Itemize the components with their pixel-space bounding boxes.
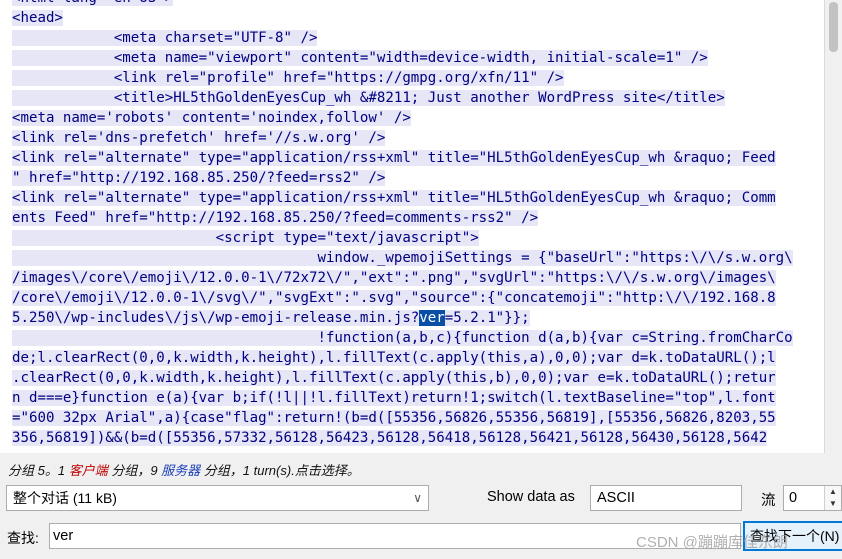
stream-line-text: <link rel="alternate" type="application/… <box>12 150 776 166</box>
stream-line: .clearRect(0,0,k.width,k.height),l.fillT… <box>12 368 793 388</box>
stream-line: 356,56819])&&(b=d([55356,57332,56128,564… <box>12 428 793 448</box>
stream-line: n d===e}function e(a){var b;if(!l||!l.fi… <box>12 388 793 408</box>
format-value: ASCII <box>597 490 635 506</box>
vertical-scrollbar[interactable] <box>825 0 842 453</box>
stream-text: <html lang="en-US"> <head> <meta charset=… <box>12 0 793 448</box>
stream-line-text: <html lang="en-US"> <box>12 0 174 6</box>
stream-line: <link rel="alternate" type="application/… <box>12 188 793 208</box>
stream-line-text: <script type="text/javascript"> <box>12 230 479 246</box>
chevron-down-icon: ∨ <box>413 491 422 505</box>
stream-line-text: ="600 32px Arial",a){case"flag":return!(… <box>12 410 776 426</box>
show-data-label: Show data as <box>487 489 575 505</box>
stream-line-text: /core\/emoji\/12.0.0-1\/svg\/","svgExt":… <box>12 290 776 306</box>
stream-line: <link rel="alternate" type="application/… <box>12 148 793 168</box>
stream-line: <html lang="en-US"> <box>12 0 793 8</box>
stream-line-text: window._wpemojiSettings = {"baseUrl":"ht… <box>12 250 793 266</box>
stream-line: <meta charset="UTF-8" /> <box>12 28 793 48</box>
stream-line: de;l.clearRect(0,0,k.width,k.height),l.f… <box>12 348 793 368</box>
stream-line-text: ents Feed" href="http://192.168.85.250/?… <box>12 210 539 226</box>
format-select[interactable]: ASCII <box>590 485 742 511</box>
status-suffix: 分组，1 turn(s).点击选择。 <box>200 463 360 478</box>
stream-line-text: n d===e}function e(a){var b;if(!l||!l.fi… <box>12 390 776 406</box>
stream-line: window._wpemojiSettings = {"baseUrl":"ht… <box>12 248 793 268</box>
stream-line-text: =5.2.1"}}; <box>444 310 530 326</box>
stream-line-text: 356,56819])&&(b=d([55356,57332,56128,564… <box>12 430 768 446</box>
stream-line: <script type="text/javascript"> <box>12 228 793 248</box>
stream-number-label: 流 <box>761 493 776 509</box>
stream-line: <meta name='robots' content='noindex,fol… <box>12 108 793 128</box>
stream-line: <title>HL5thGoldenEyesCup_wh &#8211; Jus… <box>12 88 793 108</box>
spin-up-icon[interactable]: ▲ <box>825 486 841 498</box>
search-match-highlight: ver <box>419 310 445 326</box>
stream-line-text: <meta charset="UTF-8" /> <box>12 30 318 46</box>
stream-line-text: <head> <box>12 10 63 26</box>
stream-number-value: 0 <box>789 490 798 506</box>
spin-down-icon[interactable]: ▼ <box>825 498 841 510</box>
status-middle: 分组，9 <box>107 463 162 478</box>
stream-line-text: 5.250\/wp-includes\/js\/wp-emoji-release… <box>12 310 420 326</box>
stream-line: <meta name="viewport" content="width=dev… <box>12 48 793 68</box>
spin-buttons[interactable]: ▲ ▼ <box>824 486 841 510</box>
scrollbar-thumb[interactable] <box>829 2 838 52</box>
stream-line: <link rel='dns-prefetch' href='//s.w.org… <box>12 128 793 148</box>
stream-line-text: <link rel="profile" href="https://gmpg.o… <box>12 70 564 86</box>
stream-line: ="600 32px Arial",a){case"flag":return!(… <box>12 408 793 428</box>
stream-line-text: " href="http://192.168.85.250/?feed=rss2… <box>12 170 386 186</box>
stream-line: 5.250\/wp-includes\/js\/wp-emoji-release… <box>12 308 793 328</box>
stream-line-text: <link rel="alternate" type="application/… <box>12 190 776 206</box>
stream-line: <link rel="profile" href="https://gmpg.o… <box>12 68 793 88</box>
stream-line-text: .clearRect(0,0,k.width,k.height),l.fillT… <box>12 370 776 386</box>
stream-line-text: <meta name='robots' content='noindex,fol… <box>12 110 411 126</box>
stream-line: ents Feed" href="http://192.168.85.250/?… <box>12 208 793 228</box>
conversation-value: 整个对话 (11 kB) <box>13 490 117 506</box>
stream-line-text: <meta name="viewport" content="width=dev… <box>12 50 708 66</box>
stream-line: <head> <box>12 8 793 28</box>
stream-content-pane[interactable]: <html lang="en-US"> <head> <meta charset=… <box>0 0 825 453</box>
stream-line: /images\/core\/emoji\/12.0.0-1\/72x72\/"… <box>12 268 793 288</box>
status-prefix: 分组 5。1 <box>8 463 69 478</box>
packet-status-line: 分组 5。1 客户端 分组，9 服务器 分组，1 turn(s).点击选择。 <box>8 460 360 479</box>
client-link[interactable]: 客户端 <box>69 463 108 478</box>
stream-line-text: de;l.clearRect(0,0,k.width,k.height),l.f… <box>12 350 776 366</box>
stream-line-text: <title>HL5thGoldenEyesCup_wh &#8211; Jus… <box>12 90 725 106</box>
follow-stream-dialog: <html lang="en-US"> <head> <meta charset=… <box>0 0 842 559</box>
watermark-text: CSDN @蹦蹦库佳东朗 <box>636 534 788 551</box>
stream-line: !function(a,b,c){function d(a,b){var c=S… <box>12 328 793 348</box>
server-link[interactable]: 服务器 <box>161 463 200 478</box>
stream-line-text: !function(a,b,c){function d(a,b){var c=S… <box>12 330 793 346</box>
find-input-value: ver <box>53 528 74 544</box>
stream-line-text: /images\/core\/emoji\/12.0.0-1\/72x72\/"… <box>12 270 776 286</box>
stream-line-text: <link rel='dns-prefetch' href='//s.w.org… <box>12 130 386 146</box>
conversation-select[interactable]: 整个对话 (11 kB) ∨ <box>6 485 429 511</box>
find-label: 查找: <box>7 530 39 546</box>
stream-line: " href="http://192.168.85.250/?feed=rss2… <box>12 168 793 188</box>
stream-number-spinbox[interactable]: 0 ▲ ▼ <box>783 485 842 511</box>
stream-line: /core\/emoji\/12.0.0-1\/svg\/","svgExt":… <box>12 288 793 308</box>
